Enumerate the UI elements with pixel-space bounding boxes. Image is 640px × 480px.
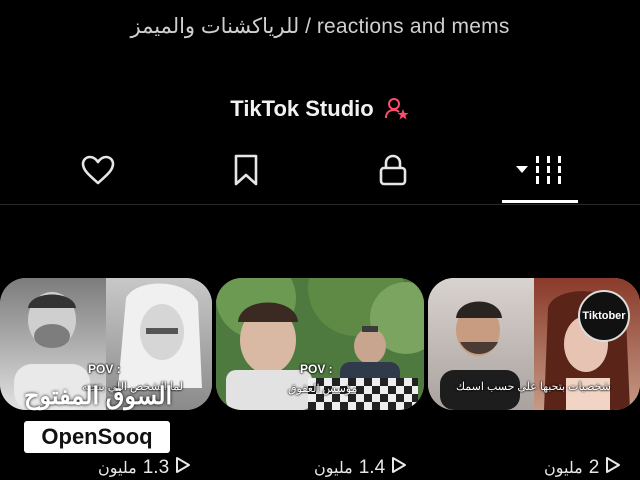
video-views-3: مليون 2 bbox=[544, 456, 621, 479]
tiktok-studio-button[interactable]: TikTok Studio bbox=[0, 92, 640, 126]
tiktok-studio-label: TikTok Studio bbox=[230, 96, 374, 121]
tab-videos[interactable] bbox=[490, 140, 590, 204]
video-thumbnail-3[interactable]: Tiktober شخصيات بتحبها على حسب اسمك bbox=[428, 278, 640, 410]
views-count: 1.4 bbox=[358, 456, 386, 478]
profile-tabs bbox=[0, 140, 640, 204]
video-caption: مؤسس العقوق bbox=[288, 383, 358, 395]
views-unit: مليون bbox=[544, 459, 583, 477]
video-overlay-text: POV : bbox=[88, 362, 121, 376]
video-overlay-text: POV : bbox=[300, 362, 333, 376]
user-star-icon bbox=[384, 96, 410, 122]
video-thumbnail-2[interactable]: POV : مؤسس العقوق bbox=[216, 278, 424, 410]
tab-private[interactable] bbox=[343, 140, 443, 204]
watermark-logo: OpenSooq bbox=[24, 421, 170, 453]
video-views-1: مليون 1.3 bbox=[98, 456, 191, 479]
tab-saved[interactable] bbox=[196, 140, 296, 204]
video-caption: شخصيات بتحبها على حسب اسمك bbox=[456, 381, 612, 393]
channel-badge: Tiktober bbox=[578, 290, 630, 342]
views-count: 2 bbox=[588, 456, 600, 478]
tabs-divider bbox=[0, 204, 640, 205]
grid-icon bbox=[514, 154, 566, 190]
play-icon bbox=[175, 456, 191, 479]
play-icon bbox=[391, 456, 407, 479]
video-views-2: مليون 1.4 bbox=[314, 456, 407, 479]
active-tab-indicator bbox=[502, 200, 578, 203]
watermark-brand: OpenSooq bbox=[41, 424, 153, 449]
views-unit: مليون bbox=[314, 459, 353, 477]
watermark-arabic: السوق المفتوح bbox=[24, 383, 173, 410]
tab-liked[interactable] bbox=[48, 140, 148, 204]
play-icon bbox=[605, 456, 621, 479]
bookmark-icon bbox=[233, 154, 259, 190]
views-count: 1.3 bbox=[142, 456, 170, 478]
heart-icon bbox=[81, 155, 115, 189]
lock-icon bbox=[379, 154, 407, 190]
views-unit: مليون bbox=[98, 459, 137, 477]
profile-bio: للرياكشنات والميمز / reactions and mems bbox=[130, 15, 510, 38]
